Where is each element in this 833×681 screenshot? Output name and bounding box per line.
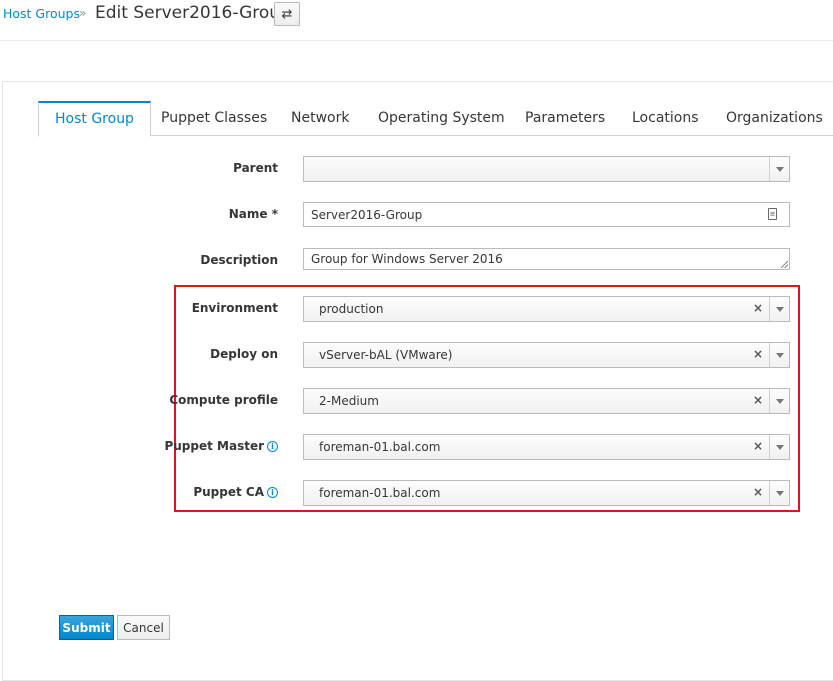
chevron-down-icon <box>775 306 784 312</box>
parent-label: Parent <box>233 161 278 175</box>
compute-profile-select[interactable]: 2-Medium × <box>303 388 790 414</box>
description-field-value: Group for Windows Server 2016 <box>311 252 503 266</box>
chevron-down-icon <box>775 444 784 450</box>
tab-parameters[interactable]: Parameters <box>525 101 605 136</box>
description-field[interactable]: Group for Windows Server 2016 <box>303 248 790 270</box>
puppet-master-dropdown-arrow[interactable] <box>769 435 789 459</box>
description-label: Description <box>200 253 278 267</box>
environment-select[interactable]: production × <box>303 296 790 322</box>
resize-grip-icon[interactable] <box>781 261 788 268</box>
info-icon[interactable]: i <box>267 487 278 498</box>
compute-profile-select-value: 2-Medium <box>319 394 379 408</box>
name-field[interactable]: Server2016-Group ≡ <box>303 202 790 227</box>
tab-network[interactable]: Network <box>291 101 349 136</box>
chevron-down-icon <box>775 490 784 496</box>
tab-organizations[interactable]: Organizations <box>726 101 823 136</box>
clipboard-icon: ≡ <box>768 208 777 220</box>
name-field-value: Server2016-Group <box>311 208 423 222</box>
page-title: Edit Server2016-Group <box>95 3 291 23</box>
chevron-down-icon <box>775 166 784 172</box>
breadcrumb-host-groups-link[interactable]: Host Groups <box>3 6 80 21</box>
parent-select[interactable] <box>303 156 790 182</box>
deploy-on-clear-icon[interactable]: × <box>753 347 763 361</box>
tab-puppet-classes[interactable]: Puppet Classes <box>161 101 267 136</box>
environment-dropdown-arrow[interactable] <box>769 297 789 321</box>
tab-operating-system[interactable]: Operating System <box>378 101 505 136</box>
chevron-down-icon <box>775 352 784 358</box>
deploy-on-select-value: vServer-bAL (VMware) <box>319 348 453 362</box>
puppet-master-select-value: foreman-01.bal.com <box>319 440 441 454</box>
puppet-master-clear-icon[interactable]: × <box>753 439 763 453</box>
name-label: Name * <box>228 207 278 221</box>
puppet-ca-clear-icon[interactable]: × <box>753 485 763 499</box>
environment-clear-icon[interactable]: × <box>753 301 763 315</box>
puppet-master-select[interactable]: foreman-01.bal.com × <box>303 434 790 460</box>
submit-button[interactable]: Submit <box>59 615 114 640</box>
deploy-on-label: Deploy on <box>210 347 278 361</box>
info-icon[interactable]: i <box>267 441 278 452</box>
tab-host-group[interactable]: Host Group <box>38 101 151 137</box>
environment-select-value: production <box>319 302 384 316</box>
switch-record-button[interactable]: ⇄ <box>274 2 300 26</box>
breadcrumb-separator: » <box>79 6 87 20</box>
puppet-ca-dropdown-arrow[interactable] <box>769 481 789 505</box>
deploy-on-select[interactable]: vServer-bAL (VMware) × <box>303 342 790 368</box>
puppet-ca-select-value: foreman-01.bal.com <box>319 486 441 500</box>
tab-bar: Host Group Puppet Classes Network Operat… <box>38 101 833 137</box>
compute-profile-clear-icon[interactable]: × <box>753 393 763 407</box>
cancel-button[interactable]: Cancel <box>117 615 170 640</box>
deploy-on-dropdown-arrow[interactable] <box>769 343 789 367</box>
parent-dropdown-arrow[interactable] <box>769 157 789 181</box>
environment-label: Environment <box>191 301 278 315</box>
puppet-ca-select[interactable]: foreman-01.bal.com × <box>303 480 790 506</box>
tab-locations[interactable]: Locations <box>632 101 699 136</box>
puppet-ca-label-text: Puppet CA <box>193 485 264 499</box>
compute-profile-dropdown-arrow[interactable] <box>769 389 789 413</box>
breadcrumb-bar: Host Groups » Edit Server2016-Group ⇄ <box>0 0 833 41</box>
puppet-master-label-text: Puppet Master <box>164 439 264 453</box>
compute-profile-label: Compute profile <box>169 393 278 407</box>
switch-arrows-icon: ⇄ <box>281 6 293 22</box>
puppet-ca-label: Puppet CA i <box>78 485 278 499</box>
chevron-down-icon <box>775 398 784 404</box>
puppet-master-label: Puppet Master i <box>78 439 278 453</box>
